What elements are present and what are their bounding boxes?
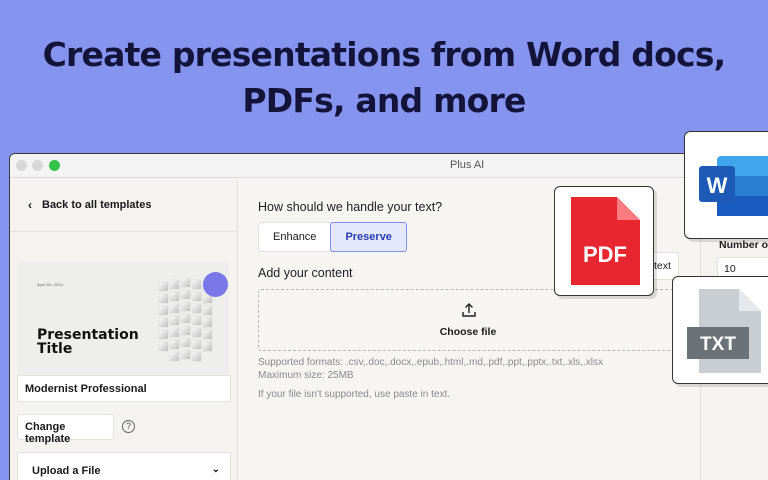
add-content-label: Add your content <box>258 266 353 280</box>
title-bar: Plus AI <box>10 154 768 178</box>
change-template-button[interactable]: Change template <box>17 414 114 445</box>
pdf-label: PDF <box>583 242 627 267</box>
upload-icon <box>462 303 476 317</box>
word-file-icon: W <box>699 156 768 216</box>
pdf-file-icon: PDF <box>571 197 640 285</box>
window-title: Plus AI <box>450 159 485 171</box>
formats-text: Supported formats: .csv,.doc,.docx,.epub… <box>258 357 603 368</box>
text-handling-question: How should we handle your text? <box>258 200 443 214</box>
supported-formats: Supported formats: .csv,.doc,.docx,.epub… <box>258 356 603 382</box>
pdf-file-card: PDF <box>554 186 654 296</box>
back-label: Back to all templates <box>42 199 152 211</box>
divider <box>10 231 237 232</box>
zoom-window-button[interactable] <box>49 160 60 171</box>
unsupported-note: If your file isn't supported, use paste … <box>258 389 451 400</box>
txt-file-card: TXT <box>672 276 768 384</box>
word-label: W <box>707 173 728 198</box>
sidebar: ‹ Back to all templates April 2th, 2024 … <box>10 179 238 480</box>
max-size-text: Maximum size: 25MB <box>258 370 354 381</box>
chevron-down-icon: ⌄ <box>211 464 220 475</box>
text-mode-toggle: Enhance Preserve <box>258 222 407 252</box>
template-title: Presentation Title <box>37 327 139 357</box>
chevron-left-icon: ‹ <box>28 198 32 212</box>
slides-count-label: Number of sl <box>719 239 768 251</box>
template-preview[interactable]: April 2th, 2024 Presentation Title <box>17 262 229 376</box>
headline: Create presentations from Word docs, PDF… <box>42 35 727 120</box>
preserve-option[interactable]: Preserve <box>330 222 407 252</box>
close-window-button[interactable] <box>16 160 27 171</box>
upload-dropdown-label: Upload a File <box>32 465 101 477</box>
template-name: Modernist Professional <box>17 375 231 402</box>
enhance-option[interactable]: Enhance <box>259 223 330 251</box>
txt-file-icon: TXT <box>687 289 761 373</box>
minimize-window-button[interactable] <box>32 160 43 171</box>
txt-label: TXT <box>700 334 736 355</box>
upload-source-dropdown[interactable]: Upload a File ⌄ <box>17 452 231 480</box>
back-to-templates-link[interactable]: ‹ Back to all templates <box>28 198 151 212</box>
help-icon[interactable]: ? <box>122 420 135 433</box>
template-accent-circle <box>203 272 228 297</box>
word-file-card: W <box>684 131 768 239</box>
file-dropzone[interactable]: Choose file <box>258 289 678 351</box>
template-date: April 2th, 2024 <box>37 282 63 287</box>
choose-file-button[interactable]: Choose file <box>259 326 677 338</box>
